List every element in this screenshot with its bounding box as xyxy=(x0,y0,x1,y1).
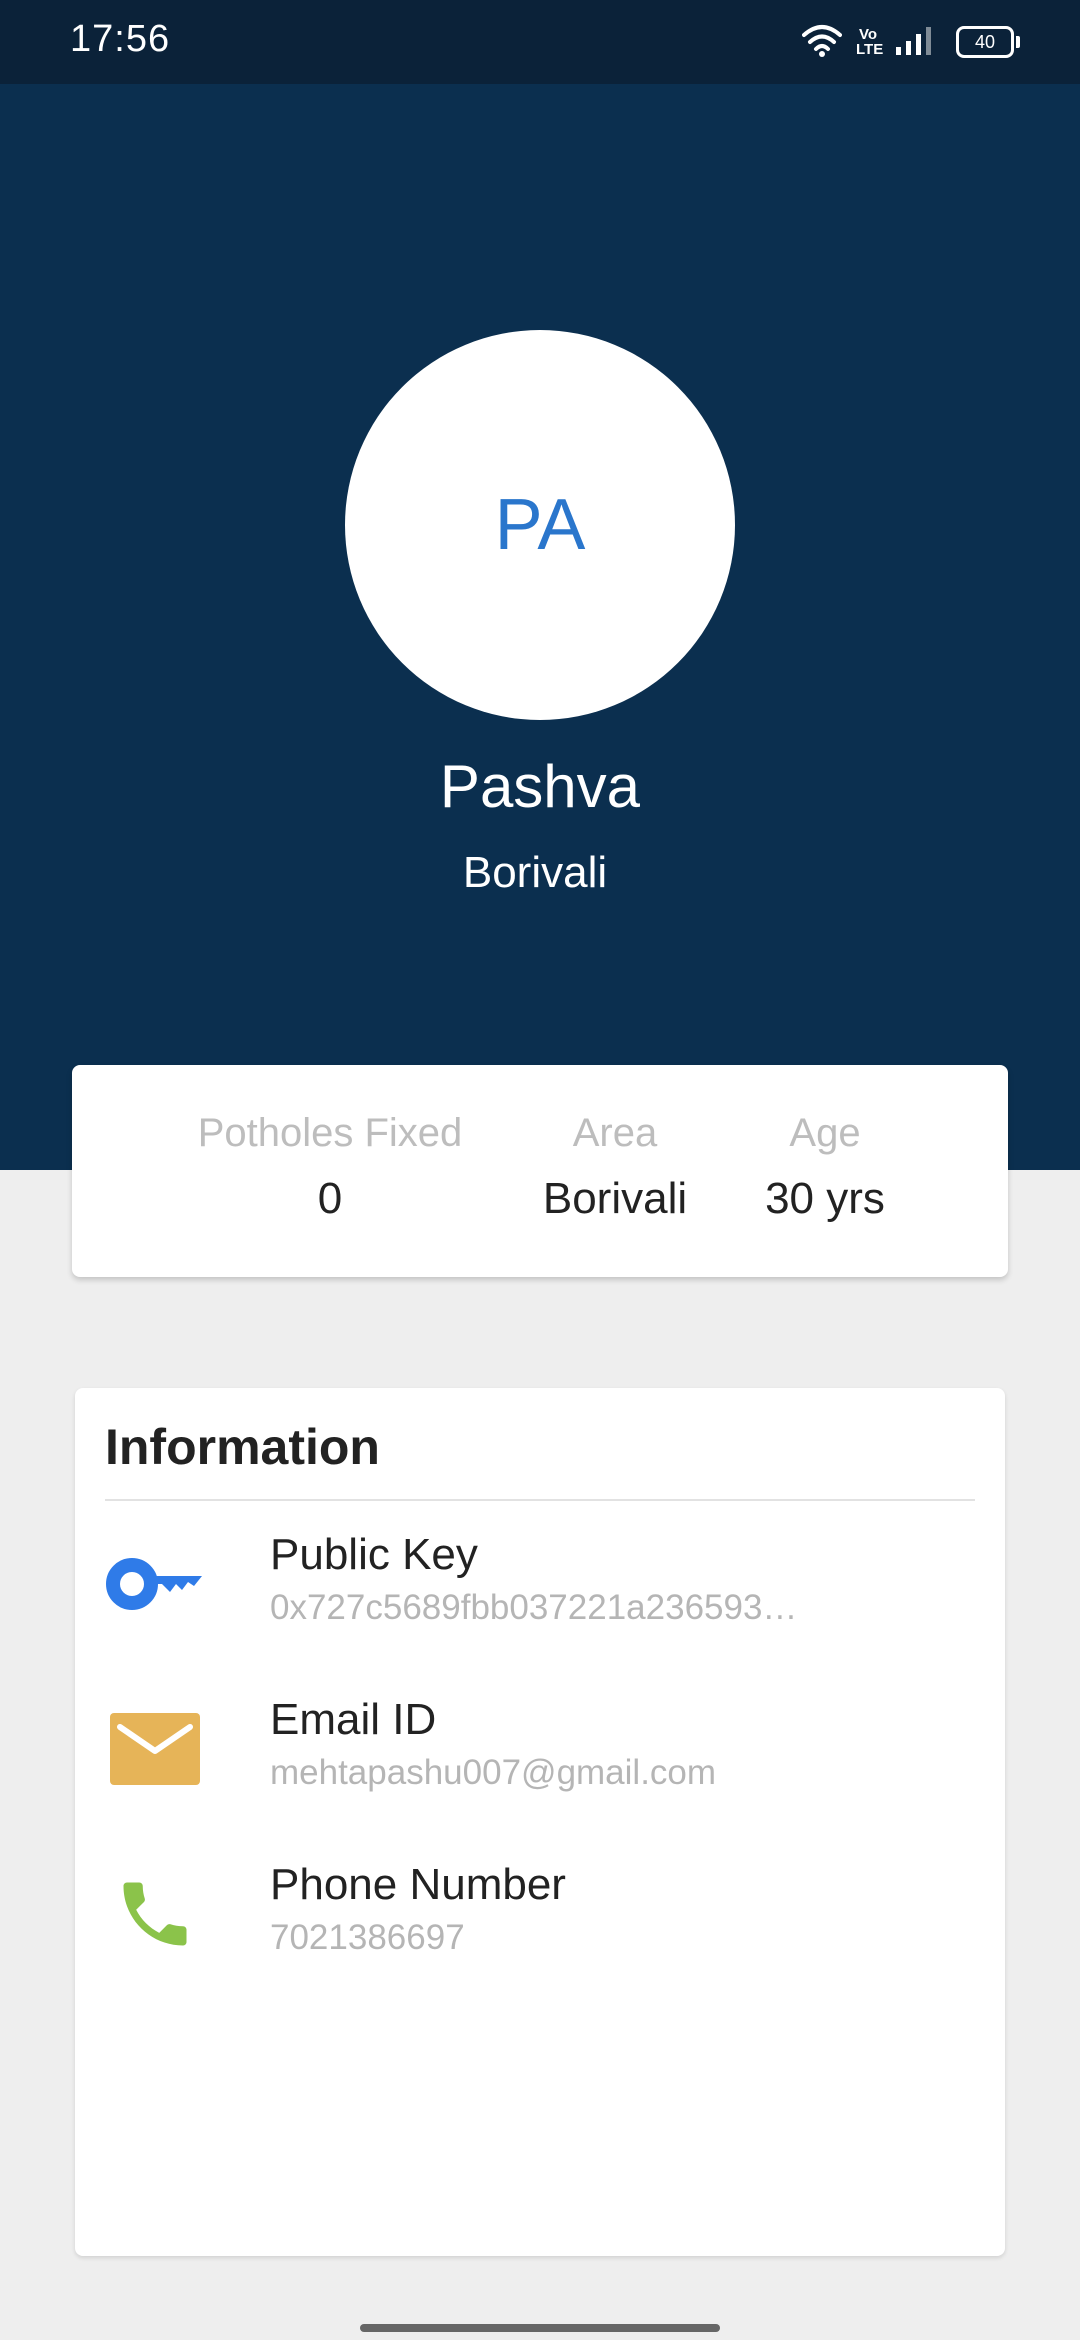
stat-value: 30 yrs xyxy=(765,1174,885,1223)
phone-icon xyxy=(105,1874,205,1954)
info-item-public-key[interactable]: Public Key 0x727c5689fbb037221a236593… xyxy=(75,1530,1005,1650)
stat-age: Age 30 yrs xyxy=(765,1113,885,1221)
profile-area: Borivali xyxy=(462,848,608,897)
info-item-phone[interactable]: Phone Number 7021386697 xyxy=(75,1860,1005,1980)
battery-indicator: 40 xyxy=(956,26,1020,58)
status-icons: Vo LTE 40 xyxy=(788,22,1020,62)
information-title: Information xyxy=(105,1419,380,1475)
stat-label: Age xyxy=(789,1111,861,1155)
info-value: mehtapashu007@gmail.com xyxy=(270,1753,717,1792)
info-item-email[interactable]: Email ID mehtapashu007@gmail.com xyxy=(75,1695,1005,1815)
wifi-icon xyxy=(802,23,842,62)
profile-name: Pashva xyxy=(439,753,641,820)
info-value: 7021386697 xyxy=(270,1918,465,1957)
stats-card: Potholes Fixed 0 Area Borivali Age 30 yr… xyxy=(72,1065,1008,1277)
stat-area: Area Borivali xyxy=(543,1113,687,1221)
stat-label: Area xyxy=(572,1111,658,1155)
status-time: 17:56 xyxy=(70,18,171,60)
signal-icon xyxy=(894,25,936,60)
info-label: Email ID xyxy=(270,1695,437,1744)
email-icon xyxy=(105,1709,205,1789)
info-label: Phone Number xyxy=(270,1860,566,1909)
stat-value: Borivali xyxy=(542,1174,688,1223)
avatar[interactable]: PA xyxy=(345,330,735,720)
avatar-initials: PA xyxy=(494,485,586,565)
volte-icon: Vo LTE xyxy=(856,26,884,58)
divider xyxy=(105,1499,975,1501)
stat-label: Potholes Fixed xyxy=(197,1111,463,1155)
status-bar: 17:56 Vo LTE 40 xyxy=(0,0,1080,84)
info-label: Public Key xyxy=(270,1530,478,1579)
stat-potholes-fixed: Potholes Fixed 0 xyxy=(198,1113,463,1221)
information-card: Information Public Key 0x727c5689fbb0372… xyxy=(75,1388,1005,2256)
stat-value: 0 xyxy=(317,1174,343,1223)
info-value: 0x727c5689fbb037221a236593… xyxy=(270,1588,798,1627)
home-indicator[interactable] xyxy=(360,2324,720,2332)
key-icon xyxy=(105,1544,205,1624)
